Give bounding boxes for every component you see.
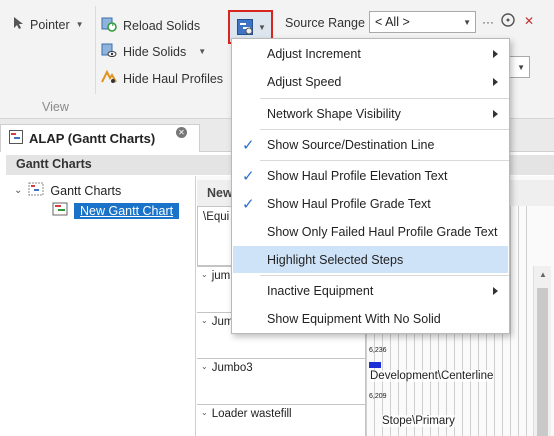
menu-item-show-haul-profile-elevation-text[interactable]: ✓ Show Haul Profile Elevation Text	[233, 162, 508, 189]
gantt-options-menu: Adjust Increment Adjust Speed Network Sh…	[231, 38, 510, 334]
tree-item-gantt-charts[interactable]: ⌄ Gantt Charts	[14, 182, 121, 199]
reload-solids-icon	[101, 16, 117, 35]
vertical-scrollbar[interactable]: ▲	[533, 266, 551, 436]
expand-chevron-icon[interactable]: ⌄	[14, 185, 22, 196]
menu-item-label: Show Source/Destination Line	[267, 137, 435, 152]
tree-child-label: New Gantt Chart	[74, 202, 180, 219]
gantt-document-icon	[9, 130, 23, 147]
ribbon-group-label: View	[42, 100, 69, 114]
tab-close-icon[interactable]: ✕	[176, 127, 187, 138]
equipment-name: jum	[211, 270, 231, 282]
menu-item-show-only-failed-grade-text[interactable]: Show Only Failed Haul Profile Grade Text	[233, 218, 508, 245]
submenu-arrow-icon	[493, 78, 498, 86]
source-range-value: < All >	[375, 15, 410, 29]
tree-root-label: Gantt Charts	[50, 183, 122, 198]
gantt-bar[interactable]	[369, 362, 381, 368]
close-icon[interactable]: ✕	[524, 14, 534, 28]
menu-separator	[260, 129, 509, 130]
gantt-tree: ⌄ Gantt Charts New Gantt Chart	[6, 176, 196, 436]
menu-item-adjust-speed[interactable]: Adjust Speed	[233, 68, 508, 95]
menu-separator	[260, 98, 509, 99]
secondary-dropdown[interactable]: ▼	[508, 56, 530, 78]
menu-item-network-shape-visibility[interactable]: Network Shape Visibility	[233, 100, 508, 127]
gantt-folder-icon	[28, 182, 44, 199]
pointer-icon	[12, 16, 24, 33]
menu-item-show-haul-profile-grade-text[interactable]: ✓ Show Haul Profile Grade Text	[233, 190, 508, 217]
menu-separator	[260, 160, 509, 161]
chevron-down-icon[interactable]: ⌄	[201, 408, 208, 417]
chevron-down-icon[interactable]: ⌄	[201, 270, 208, 279]
more-options-button[interactable]: ···	[482, 15, 494, 29]
hide-solids-button[interactable]: Hide Solids ▼	[101, 42, 206, 61]
menu-item-show-equipment-with-no-solid[interactable]: Show Equipment With No Solid	[233, 305, 508, 332]
equipment-name: Jumbo3	[211, 362, 253, 374]
gantt-task-label: Development\Centerline	[370, 370, 494, 382]
menu-item-label: Show Haul Profile Grade Text	[267, 196, 431, 211]
table-row[interactable]: ⌄ Jumbo3	[197, 358, 365, 404]
tab-title: ALAP (Gantt Charts)	[29, 131, 156, 146]
scrollbar-thumb[interactable]	[537, 288, 548, 436]
pointer-label: Pointer	[30, 17, 70, 32]
submenu-arrow-icon	[493, 287, 498, 295]
gantt-chart-icon	[52, 202, 68, 219]
menu-separator	[260, 275, 509, 276]
target-icon[interactable]	[500, 12, 516, 31]
submenu-arrow-icon	[493, 50, 498, 58]
checkmark-icon: ✓	[242, 195, 255, 213]
gantt-value-label: 6,209	[369, 393, 387, 400]
equipment-name: Loader wastefill	[211, 408, 292, 420]
gantt-value-label: 6,236	[369, 347, 387, 354]
menu-item-label: Show Only Failed Haul Profile Grade Text	[267, 224, 498, 239]
hide-solids-label: Hide Solids	[123, 44, 187, 59]
scroll-up-icon[interactable]: ▲	[539, 270, 547, 279]
haul-profile-icon	[101, 69, 117, 88]
hide-haul-profiles-label: Hide Haul Profiles	[123, 71, 224, 86]
menu-item-label: Adjust Speed	[267, 74, 342, 89]
submenu-arrow-icon	[493, 110, 498, 118]
source-range-label: Source Range	[285, 16, 365, 30]
checkmark-icon: ✓	[242, 167, 255, 185]
menu-item-inactive-equipment[interactable]: Inactive Equipment	[233, 277, 508, 304]
reload-solids-button[interactable]: Reload Solids	[101, 16, 200, 35]
reload-solids-label: Reload Solids	[123, 18, 201, 33]
pointer-button[interactable]: Pointer ▼	[12, 16, 84, 33]
table-row[interactable]: ⌄ Loader wastefill	[197, 404, 365, 436]
chevron-down-icon[interactable]: ⌄	[201, 362, 208, 371]
hide-haul-profiles-button[interactable]: Hide Haul Profiles	[101, 69, 223, 88]
hide-solids-icon	[101, 42, 117, 61]
chevron-down-icon: ▼	[517, 63, 525, 72]
menu-item-label: Highlight Selected Steps	[267, 252, 404, 267]
menu-item-show-source-destination-line[interactable]: ✓ Show Source/Destination Line	[233, 131, 508, 158]
tree-item-new-gantt-chart[interactable]: New Gantt Chart	[52, 202, 180, 219]
source-range-dropdown[interactable]: < All > ▼	[369, 11, 476, 33]
checkmark-icon: ✓	[242, 136, 255, 154]
menu-item-highlight-selected-steps[interactable]: Highlight Selected Steps	[233, 246, 508, 273]
ribbon-divider	[95, 6, 96, 94]
menu-item-label: Show Equipment With No Solid	[267, 311, 441, 326]
menu-item-adjust-increment[interactable]: Adjust Increment	[233, 40, 508, 67]
tab-alap-gantt-charts[interactable]: ALAP (Gantt Charts)	[0, 124, 200, 152]
chevron-down-icon: ▼	[258, 23, 266, 32]
chevron-down-icon: ▼	[463, 18, 471, 27]
menu-item-label: Inactive Equipment	[267, 283, 374, 298]
gantt-chart-icon	[237, 19, 253, 38]
menu-item-label: Show Haul Profile Elevation Text	[267, 168, 448, 183]
chevron-down-icon: ▼	[75, 20, 84, 29]
menu-item-label: Adjust Increment	[267, 46, 361, 61]
chevron-down-icon: ▼	[198, 47, 207, 56]
gantt-task-label: Stope\Primary	[382, 415, 455, 427]
menu-item-label: Network Shape Visibility	[267, 106, 401, 121]
chevron-down-icon[interactable]: ⌄	[201, 316, 208, 325]
